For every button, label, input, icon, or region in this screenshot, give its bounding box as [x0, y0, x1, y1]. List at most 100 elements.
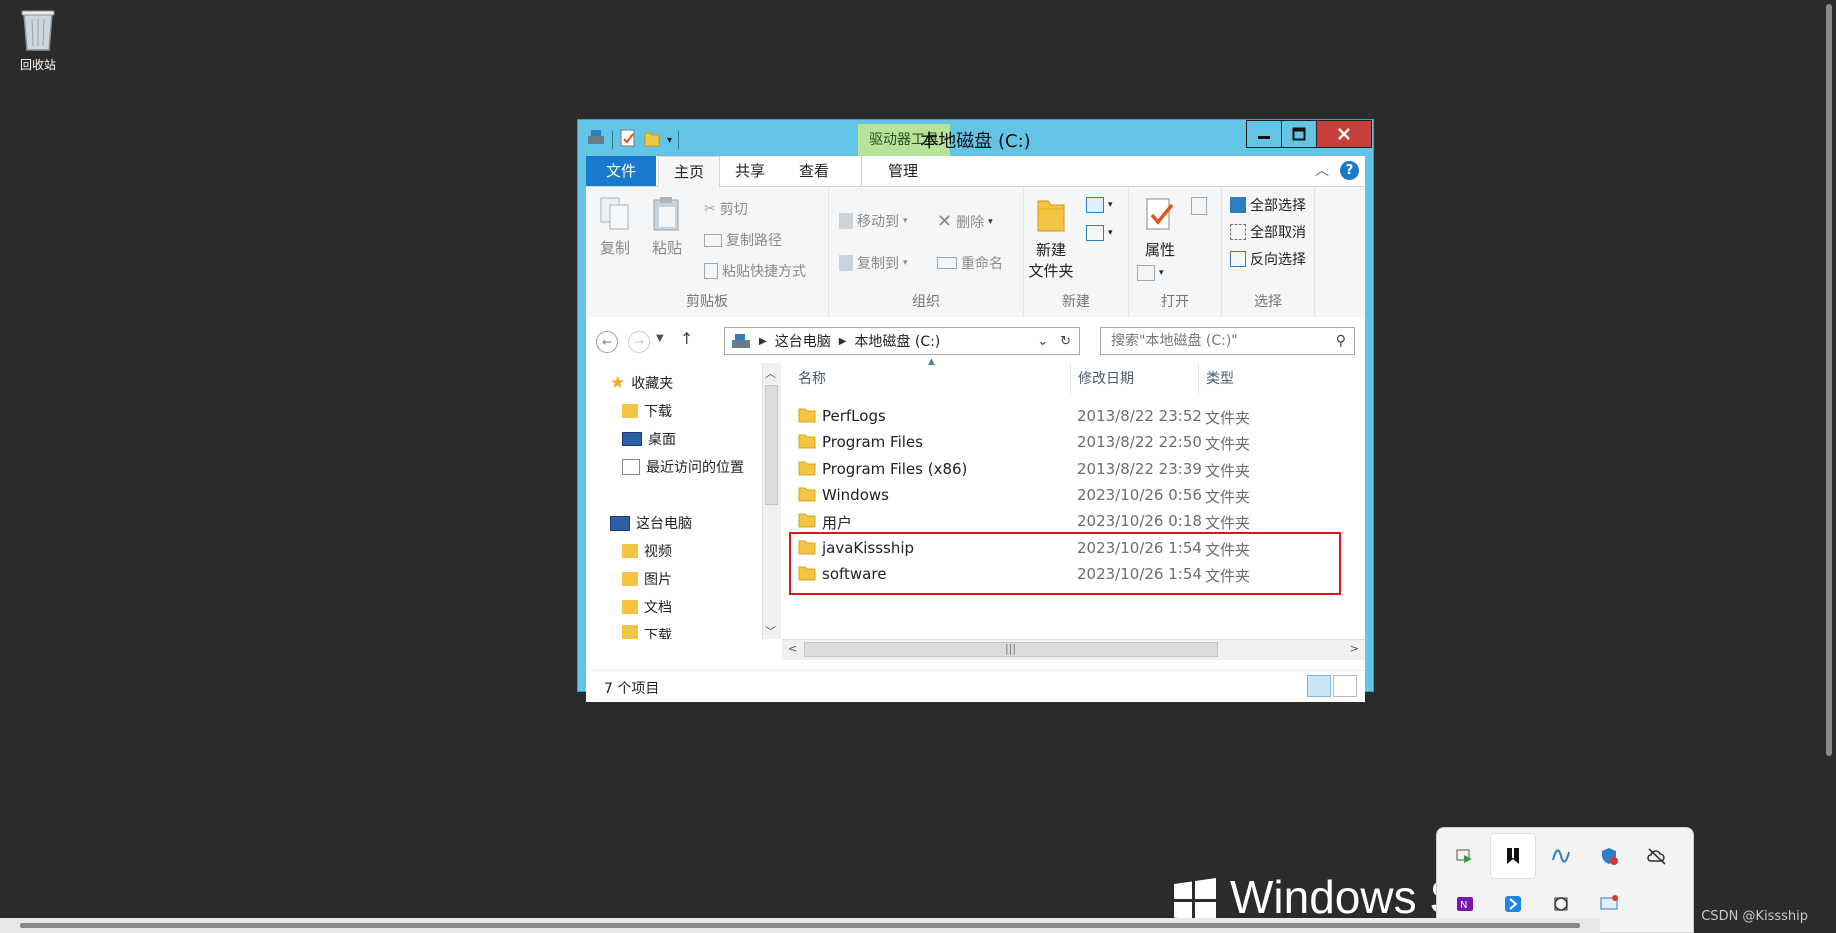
page-hscroll-thumb[interactable] — [20, 923, 1580, 928]
minimize-button[interactable] — [1246, 120, 1282, 148]
invert-selection-button[interactable]: 反向选择 — [1230, 249, 1306, 269]
breadcrumb-chevron-icon[interactable]: ▶ — [759, 336, 767, 347]
folder-icon — [798, 512, 816, 532]
dropdown-arrow-icon: ▾ — [903, 216, 908, 226]
tab-home[interactable]: 主页 — [658, 156, 720, 188]
security-shield-icon[interactable] — [1587, 834, 1631, 878]
properties-icon — [1146, 198, 1174, 230]
cloud-offline-icon[interactable] — [1635, 834, 1679, 878]
help-icon[interactable]: ? — [1340, 161, 1359, 180]
open-with-button[interactable]: ▾ — [1137, 265, 1164, 281]
details-view-icon[interactable] — [1307, 675, 1331, 697]
organize-group-label: 组织 — [912, 294, 940, 310]
select-none-button[interactable]: 全部取消 — [1230, 222, 1306, 242]
breadcrumb-this-pc[interactable]: 这台电脑 — [775, 331, 831, 351]
nav-pictures[interactable]: 图片 — [622, 569, 672, 589]
breadcrumb-drive-c[interactable]: 本地磁盘 (C:) — [854, 331, 940, 351]
file-name: Program Files — [822, 433, 923, 452]
delete-button[interactable]: ✕ 删除 ▾ — [937, 211, 993, 232]
file-list-hscrollbar[interactable]: < ||| > — [782, 639, 1365, 660]
new-item-button[interactable]: ▾ — [1086, 197, 1113, 213]
terminal-play-icon[interactable] — [1443, 834, 1487, 878]
page-vscroll-thumb[interactable] — [1826, 4, 1832, 756]
bookmark-app-icon[interactable] — [1491, 834, 1535, 878]
move-to-icon — [839, 213, 853, 229]
column-header-modified[interactable]: 修改日期 — [1070, 363, 1204, 395]
copy-to-button[interactable]: 复制到 ▾ — [839, 253, 908, 273]
column-header-type[interactable]: 类型 — [1198, 363, 1286, 395]
file-row[interactable]: Program Files 2013/8/22 22:50 文件夹 — [782, 429, 1365, 455]
tab-file[interactable]: 文件 — [586, 156, 656, 186]
copy-button[interactable]: 复制 — [590, 195, 640, 258]
paste-icon — [653, 197, 679, 231]
nav-favorites[interactable]: ★ 收藏夹 — [610, 373, 673, 393]
edit-button[interactable] — [1191, 197, 1207, 215]
nav-videos[interactable]: 视频 — [622, 541, 672, 561]
file-row[interactable]: Windows 2023/10/26 0:56 文件夹 — [782, 482, 1365, 508]
large-icons-view-icon[interactable] — [1333, 675, 1357, 697]
page-vertical-scrollbar[interactable] — [1822, 0, 1836, 760]
nav-downloads-pc[interactable]: 下载 — [622, 625, 672, 639]
move-to-button[interactable]: 移动到 ▾ — [839, 211, 908, 231]
column-header-name[interactable]: 名称 — [798, 363, 1078, 395]
nav-this-pc[interactable]: 这台电脑 — [610, 513, 692, 533]
nav-desktop[interactable]: 桌面 — [622, 429, 676, 449]
address-history-icon[interactable]: ⌄ — [1037, 334, 1048, 349]
dropdown-arrow-icon: ▾ — [1159, 268, 1164, 278]
page-horizontal-scrollbar[interactable] — [0, 918, 1600, 933]
ribbon-collapse-icon[interactable]: ︿ — [1315, 160, 1329, 180]
nav-recent-places[interactable]: 最近访问的位置 — [622, 457, 744, 477]
tab-share[interactable]: 共享 — [720, 156, 780, 186]
computer-icon — [610, 515, 630, 531]
easy-access-button[interactable]: ▾ — [1086, 225, 1113, 241]
copy-path-button[interactable]: 复制路径 — [704, 230, 782, 250]
scroll-down-icon[interactable]: ﹀ — [765, 623, 776, 639]
file-row[interactable]: Program Files (x86) 2013/8/22 23:39 文件夹 — [782, 456, 1365, 482]
folder-icon — [798, 407, 816, 427]
forward-button[interactable]: → — [628, 331, 650, 353]
easy-access-icon — [1086, 225, 1104, 241]
cut-button[interactable]: ✂ 剪切 — [704, 199, 748, 219]
title-bar[interactable]: ▾ 驱动器工具 本地磁盘 (C:) — [578, 120, 1373, 156]
back-button[interactable]: ← — [596, 331, 618, 353]
scroll-left-icon[interactable]: < — [788, 642, 797, 655]
wave-app-icon[interactable] — [1539, 834, 1583, 878]
content-area: ★ 收藏夹 下载 桌面 最近访问的位置 这台电脑 视频 图片 文档 下载 ︿ ﹀… — [586, 357, 1365, 670]
delete-x-icon: ✕ — [937, 211, 953, 232]
nav-pane-scroll-thumb[interactable] — [765, 385, 778, 505]
file-row[interactable]: 用户 2023/10/26 0:18 文件夹 — [782, 508, 1365, 534]
new-folder-button[interactable]: 新建 文件夹 — [1026, 195, 1076, 281]
open-with-icon — [1137, 265, 1155, 281]
paste-shortcut-button[interactable]: 粘贴快捷方式 — [704, 261, 806, 281]
paste-button[interactable]: 粘贴 — [642, 195, 692, 258]
tab-view[interactable]: 查看 — [783, 156, 845, 186]
scroll-right-icon[interactable]: > — [1350, 642, 1359, 655]
rename-button[interactable]: 重命名 — [937, 253, 1003, 273]
properties-button[interactable]: 属性 — [1135, 195, 1185, 260]
pictures-folder-icon — [622, 572, 638, 586]
file-type: 文件夹 — [1205, 435, 1251, 454]
nav-downloads[interactable]: 下载 — [622, 401, 672, 421]
invert-selection-icon — [1230, 251, 1246, 267]
breadcrumb-chevron-icon[interactable]: ▶ — [839, 336, 847, 347]
file-row[interactable]: PerfLogs 2013/8/22 23:52 文件夹 — [782, 403, 1365, 429]
search-icon[interactable]: ⚲ — [1336, 328, 1346, 354]
select-all-icon — [1230, 197, 1246, 213]
nav-documents[interactable]: 文档 — [622, 597, 672, 617]
close-button[interactable] — [1316, 120, 1372, 148]
recycle-bin[interactable]: 回收站 — [12, 8, 64, 73]
recent-locations-icon[interactable]: ▼ — [656, 333, 664, 344]
refresh-icon[interactable]: ↻ — [1060, 334, 1071, 349]
tab-manage[interactable]: 管理 — [861, 156, 944, 186]
minimize-icon — [1258, 136, 1270, 139]
nav-pane-scrollbar[interactable]: ︿ ﹀ — [762, 363, 781, 639]
search-input[interactable]: 搜索"本地磁盘 (C:)" ⚲ — [1100, 327, 1355, 355]
recycle-bin-label: 回收站 — [19, 58, 56, 72]
scroll-up-icon[interactable]: ︿ — [765, 365, 776, 381]
maximize-button[interactable] — [1281, 120, 1317, 148]
address-bar[interactable]: ▶ 这台电脑 ▶ 本地磁盘 (C:) ⌄ ↻ — [724, 327, 1080, 355]
file-list-scroll-thumb[interactable]: ||| — [804, 642, 1218, 657]
up-arrow-icon[interactable]: ↑ — [680, 329, 693, 348]
select-all-button[interactable]: 全部选择 — [1230, 195, 1306, 215]
clipboard-group: 复制 粘贴 ✂ 剪切 复制路径 粘贴快捷方式 剪贴板 — [586, 187, 829, 317]
